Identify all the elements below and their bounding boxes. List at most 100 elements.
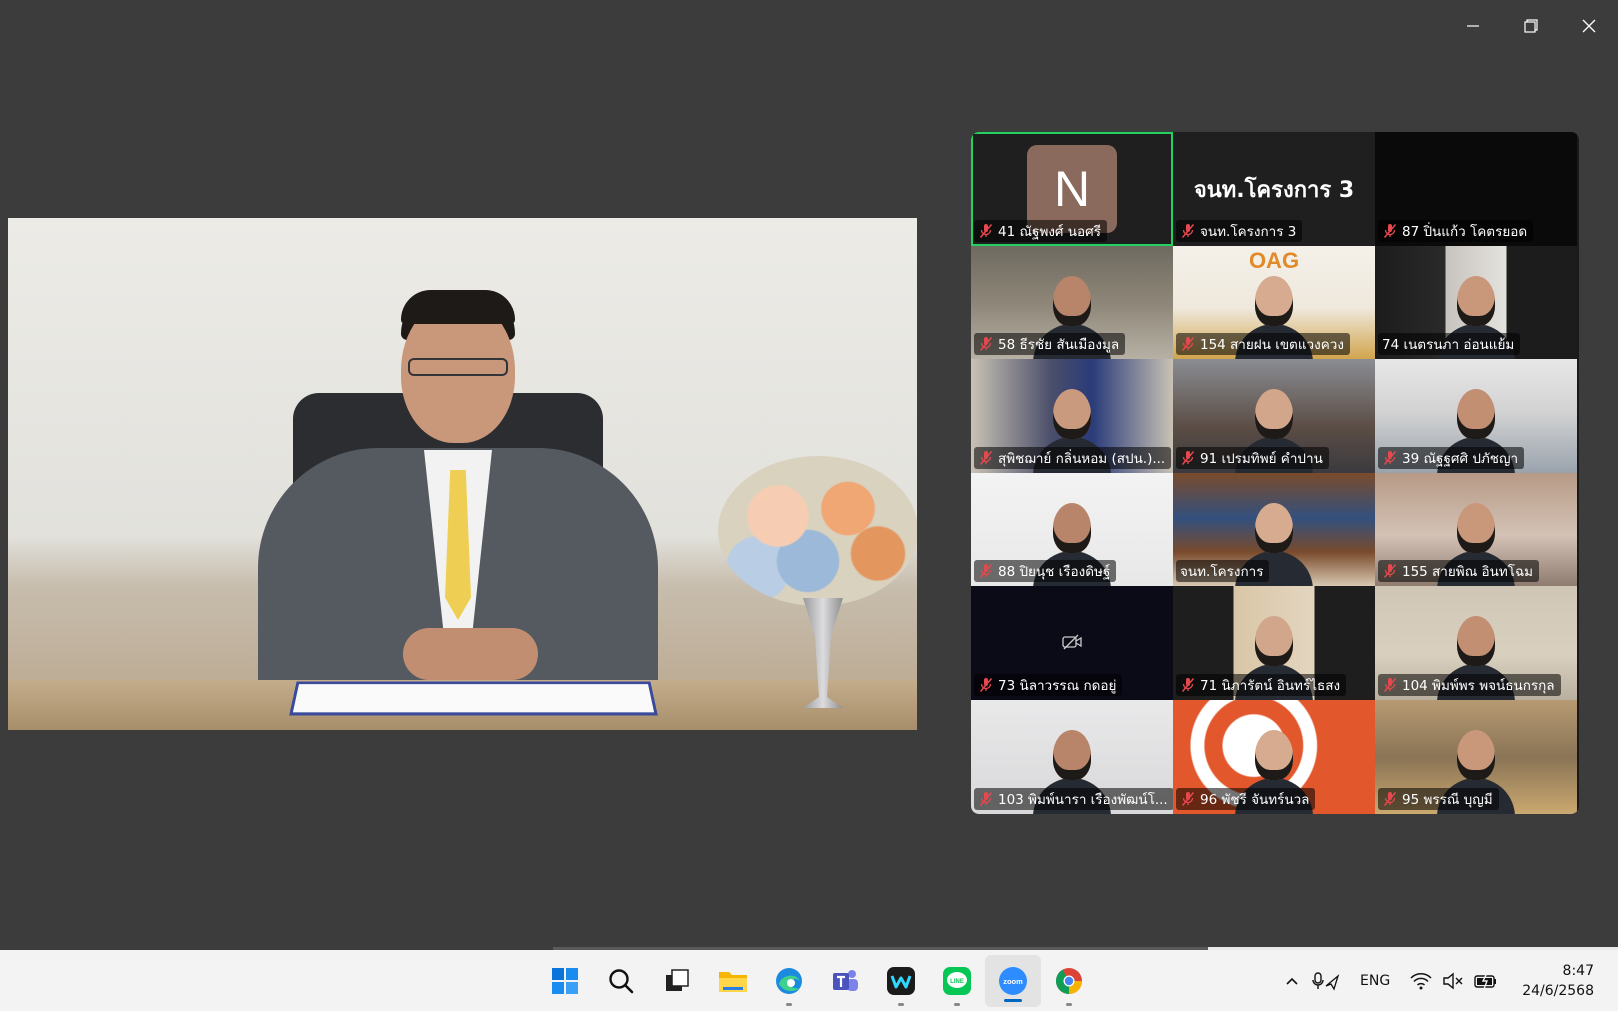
background-logo-text: OAG xyxy=(1248,247,1300,273)
muted-microphone-icon xyxy=(1383,564,1397,579)
participant-tile[interactable]: 71 นิภารัตน์ อินทร์ไธสง xyxy=(1173,586,1375,700)
teams-icon xyxy=(833,969,858,991)
chrome-icon xyxy=(1055,967,1083,994)
windows-taskbar: LINE zoom ENG 8:47 24/6/2568 xyxy=(0,950,1618,1011)
windows-start-button[interactable] xyxy=(537,950,593,1011)
participant-tile[interactable]: 91 เปรมทิพย์ คำปาน xyxy=(1173,359,1375,473)
participant-tile[interactable]: 103 พิมพ์นารา เรืองพัฒน์โ... xyxy=(971,699,1173,814)
participant-face xyxy=(1457,729,1495,780)
active-speaker-video[interactable] xyxy=(8,218,917,730)
participant-tile[interactable]: สุพิชฌาย์ กลิ่นหอม (สปน.)... xyxy=(971,359,1173,473)
edge-button[interactable] xyxy=(761,950,817,1011)
webex-icon xyxy=(887,966,915,995)
participant-gallery: N 41 ณัฐพงศ์ นอศรี จนท.โครงการ 3 จนท.โครงกา… xyxy=(971,132,1579,814)
running-indicator xyxy=(954,1003,960,1006)
volume-muted-icon xyxy=(1443,972,1463,989)
speaker-hands xyxy=(403,628,538,680)
window-controls xyxy=(1444,0,1618,52)
input-language[interactable]: ENG xyxy=(1346,950,1404,1011)
clock-time: 8:47 xyxy=(1562,962,1594,979)
participant-tile[interactable]: 74 เนตรนภา อ่อนแย้ม xyxy=(1375,245,1577,360)
task-view-button[interactable] xyxy=(649,950,705,1011)
participant-face xyxy=(1255,502,1293,553)
muted-microphone-icon xyxy=(1181,337,1195,352)
muted-microphone-icon xyxy=(1383,450,1397,465)
participant-name-label: 73 นิลาวรรณ กดอยู่ xyxy=(974,673,1123,696)
running-indicator xyxy=(786,1003,792,1006)
line-icon: LINE xyxy=(943,966,971,995)
participant-tile[interactable]: 95 พรรณี บุญมี xyxy=(1375,699,1577,814)
participant-name: 39 ณัฐฐศศิ ปภัชญา xyxy=(1402,450,1519,467)
participant-name-label: 74 เนตรนภา อ่อนแย้ม xyxy=(1378,333,1521,356)
minimize-button[interactable] xyxy=(1444,0,1502,52)
muted-microphone-icon xyxy=(1181,450,1195,465)
muted-microphone-icon xyxy=(1383,677,1397,692)
file-explorer-button[interactable] xyxy=(705,950,761,1011)
participant-name-label: 91 เปรมทิพย์ คำปาน xyxy=(1176,446,1329,469)
speaker-hair-top xyxy=(401,290,515,324)
minimize-icon xyxy=(1467,25,1479,27)
windows-logo-icon xyxy=(552,967,578,994)
participant-name-label: 41 ณัฐพงศ์ นอศรี xyxy=(974,219,1107,242)
flower-bouquet xyxy=(718,456,917,606)
participant-tile[interactable]: 104 พิมพ์พร พจน์ธนกรกุล xyxy=(1375,586,1577,700)
close-button[interactable] xyxy=(1560,0,1618,52)
active-indicator xyxy=(1004,998,1022,1002)
show-hidden-icons-button[interactable] xyxy=(1278,950,1306,1011)
muted-microphone-icon xyxy=(1181,223,1195,238)
muted-microphone-icon xyxy=(979,791,993,806)
participant-face xyxy=(1255,389,1293,440)
participant-name-label: จนท.โครงการ 3 xyxy=(1176,219,1303,242)
microphone-in-use-icon xyxy=(1312,971,1340,991)
participant-name-label: จนท.โครงการ xyxy=(1176,560,1270,583)
microphone-location-indicator[interactable] xyxy=(1306,950,1346,1011)
teams-button[interactable] xyxy=(817,950,873,1011)
participant-name-label: 71 นิภารัตน์ อินทร์ไธสง xyxy=(1176,673,1347,696)
participant-name: 103 พิมพ์นารา เรืองพัฒน์โ... xyxy=(998,791,1168,808)
participant-name: 41 ณัฐพงศ์ นอศรี xyxy=(998,223,1101,240)
restore-button[interactable] xyxy=(1502,0,1560,52)
participant-tile[interactable]: 58 ธีรชัย สันเมืองมูล xyxy=(971,245,1173,360)
zoom-icon: zoom xyxy=(999,966,1027,995)
participant-tile[interactable]: จนท.โครงการ xyxy=(1173,472,1375,587)
participant-face xyxy=(1457,275,1495,326)
participant-face xyxy=(1053,389,1091,440)
participant-tile[interactable]: TH 96 พัชรี จันทร์นวล xyxy=(1173,699,1375,814)
webex-button[interactable] xyxy=(873,950,929,1011)
participant-tile[interactable]: N 41 ณัฐพงศ์ นอศรี xyxy=(971,132,1173,246)
svg-text:zoom: zoom xyxy=(1003,977,1023,986)
participant-name-label: สุพิชฌาย์ กลิ่นหอม (สปน.)... xyxy=(974,446,1172,469)
participant-name: 71 นิภารัตน์ อินทร์ไธสง xyxy=(1200,677,1341,694)
participant-face xyxy=(1255,275,1293,326)
participant-name-label: 103 พิมพ์นารา เรืองพัฒน์โ... xyxy=(974,787,1173,810)
muted-microphone-icon xyxy=(979,223,993,238)
network-volume-battery-group[interactable] xyxy=(1404,950,1504,1011)
wifi-icon xyxy=(1410,972,1432,989)
chrome-button[interactable] xyxy=(1041,950,1097,1011)
participant-name-label: 104 พิมพ์พร พจน์ธนกรกุล xyxy=(1378,673,1561,696)
participant-tile[interactable]: 155 สายพิณ อินทโฉม xyxy=(1375,472,1577,587)
participant-tile[interactable]: จนท.โครงการ 3 จนท.โครงการ 3 xyxy=(1173,132,1375,246)
folder-icon xyxy=(719,971,747,992)
line-button[interactable]: LINE xyxy=(929,950,985,1011)
search-button[interactable] xyxy=(593,950,649,1011)
participant-name-label: 88 ปิยนุช เรืองดิษฐ์ xyxy=(974,560,1117,583)
participant-face xyxy=(1255,616,1293,667)
camera-off-icon xyxy=(1062,634,1082,650)
muted-microphone-icon xyxy=(979,564,993,579)
clock[interactable]: 8:47 24/6/2568 xyxy=(1504,961,1618,1001)
running-indicator xyxy=(898,1003,904,1006)
participant-name-label: 96 พัชรี จันทร์นวล xyxy=(1176,787,1316,810)
participant-tile[interactable]: 87 ปิ่นแก้ว โคตรยอด xyxy=(1375,132,1577,246)
muted-microphone-icon xyxy=(979,337,993,352)
chevron-up-icon xyxy=(1286,977,1298,985)
participant-tile[interactable]: 88 ปิยนุช เรืองดิษฐ์ xyxy=(971,472,1173,587)
participant-tile[interactable]: OAG 154 สายฝน เขตแวงควง xyxy=(1173,245,1375,360)
participant-name-label: 155 สายพิณ อินทโฉม xyxy=(1378,560,1540,583)
taskbar-apps: LINE zoom xyxy=(537,950,1097,1011)
zoom-button[interactable]: zoom xyxy=(985,954,1041,1007)
participant-name: 87 ปิ่นแก้ว โคตรยอด xyxy=(1402,223,1528,240)
participant-tile[interactable]: 73 นิลาวรรณ กดอยู่ xyxy=(971,586,1173,700)
participant-tile[interactable]: 39 ณัฐฐศศิ ปภัชญา xyxy=(1375,359,1577,473)
participant-name: จนท.โครงการ xyxy=(1180,564,1264,581)
